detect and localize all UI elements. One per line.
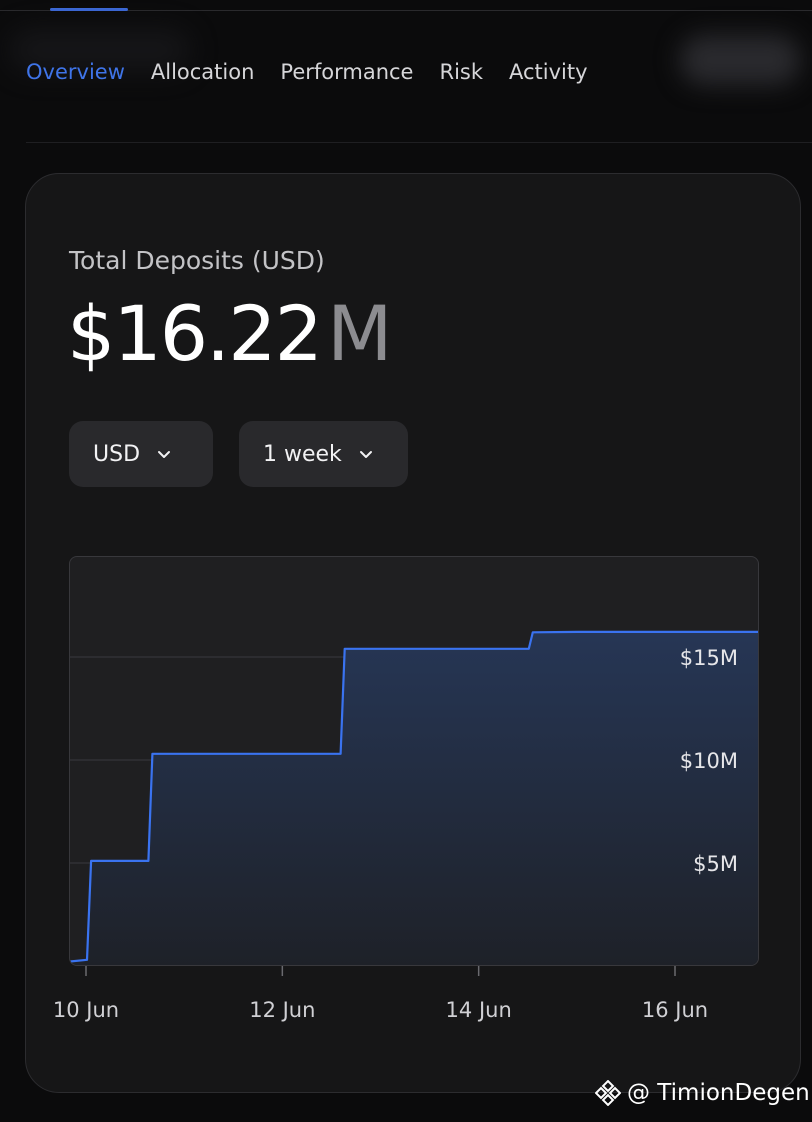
x-tick-label: 10 Jun	[52, 998, 120, 1022]
tab-bar: Overview Allocation Performance Risk Act…	[26, 60, 588, 84]
x-tick-label: 12 Jun	[249, 998, 316, 1022]
deposits-chart: $5M $10M $15M	[69, 556, 759, 966]
top-active-indicator	[50, 8, 128, 11]
y-tick-label: $5M	[693, 852, 738, 876]
y-tick-label: $10M	[680, 749, 738, 773]
x-axis-ticks	[85, 966, 676, 976]
binance-logo-icon	[595, 1080, 621, 1106]
tab-activity[interactable]: Activity	[509, 60, 588, 84]
x-tick-label: 16 Jun	[641, 998, 709, 1022]
tab-performance[interactable]: Performance	[280, 60, 413, 84]
value-unit: M	[326, 289, 393, 378]
blurred-header-button	[680, 35, 800, 85]
currency-select-value: USD	[93, 441, 141, 467]
card-label: Total Deposits (USD)	[69, 246, 325, 275]
watermark: @ TimionDegen	[595, 1080, 810, 1106]
tab-overview[interactable]: Overview	[26, 60, 125, 84]
period-select[interactable]: 1 week	[239, 421, 408, 487]
deposits-area	[70, 631, 758, 965]
x-tick-label: 14 Jun	[445, 998, 512, 1022]
chart-svg: $5M $10M $15M	[70, 630, 758, 965]
chevron-down-icon	[359, 451, 372, 458]
tab-allocation[interactable]: Allocation	[151, 60, 255, 84]
value-number: $16.22	[67, 289, 323, 378]
tab-risk[interactable]: Risk	[439, 60, 483, 84]
chevron-down-icon	[158, 451, 171, 458]
total-deposits-card: Total Deposits (USD) $16.22M USD 1 week …	[25, 173, 801, 1093]
currency-select[interactable]: USD	[69, 421, 213, 487]
period-select-value: 1 week	[263, 441, 342, 467]
watermark-text: @ TimionDegen	[627, 1080, 810, 1106]
tabs-divider	[26, 142, 812, 143]
y-tick-label: $15M	[680, 646, 738, 670]
total-deposits-value: $16.22M	[67, 296, 393, 372]
